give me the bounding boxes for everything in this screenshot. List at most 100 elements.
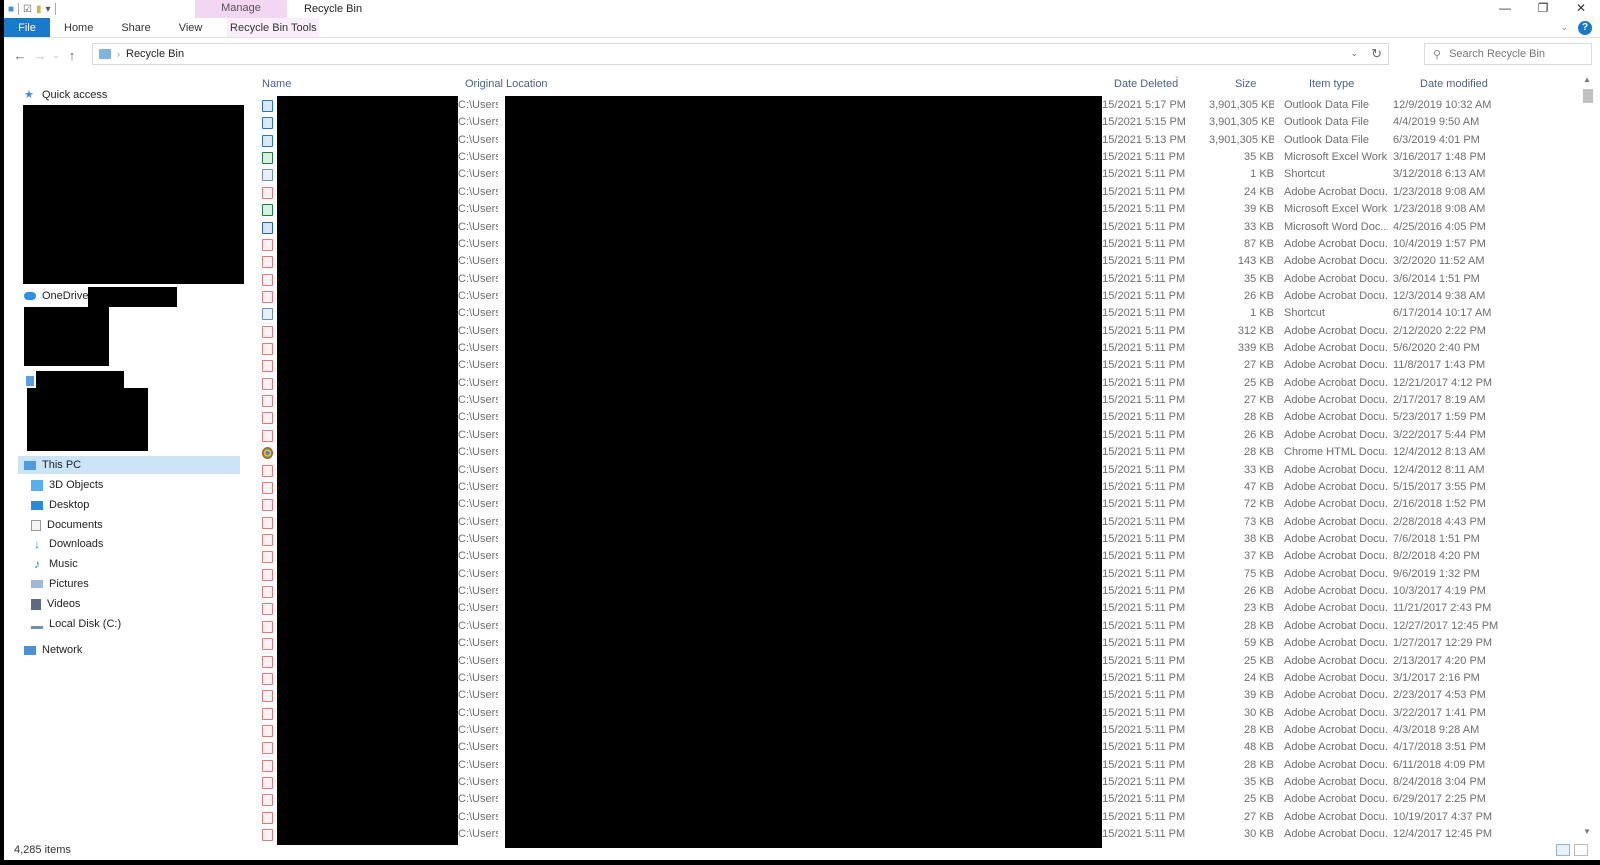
date-deleted-cell: 3/15/2021 5:11 PM — [1093, 376, 1186, 389]
nav-quick-access[interactable]: ★ Quick access — [24, 86, 107, 104]
nav-item-label: 3D Objects — [49, 479, 104, 491]
contextual-tab-manage: Manage — [195, 0, 287, 18]
size-cell: 25 KB — [1244, 654, 1274, 667]
desktop-icon — [31, 500, 43, 510]
forward-arrow-icon[interactable]: → — [30, 48, 50, 63]
up-arrow-icon[interactable]: ↑ — [62, 48, 82, 63]
column-header-item-type[interactable]: Item type — [1309, 75, 1354, 93]
column-header-date-deleted[interactable]: Date Deleted — [1114, 75, 1178, 93]
size-cell: 33 KB — [1244, 220, 1274, 233]
scroll-up-arrow-icon[interactable]: ▲ — [1583, 75, 1591, 84]
original-location-cell: C:\Users\ — [458, 515, 498, 528]
date-modified-cell: 2/17/2017 8:19 AM — [1393, 394, 1486, 407]
item-type-cell: Adobe Acrobat Docu... — [1284, 498, 1388, 511]
hard-drive-icon — [31, 619, 43, 629]
window-title: Recycle Bin — [304, 3, 363, 15]
size-cell: 1 KB — [1250, 168, 1274, 181]
close-button[interactable]: ✕ — [1562, 0, 1600, 18]
tab-view[interactable]: View — [165, 18, 217, 37]
restore-button[interactable]: ❐ — [1524, 0, 1562, 18]
refresh-icon[interactable]: ↻ — [1371, 46, 1382, 62]
nav-local-disk[interactable]: Local Disk (C:) — [31, 615, 121, 633]
date-deleted-cell: 3/15/2021 5:11 PM — [1093, 394, 1186, 407]
original-location-cell: C:\Users\ — [458, 793, 498, 806]
document-icon — [31, 519, 41, 531]
original-location-cell: C:\Users\ — [458, 585, 498, 598]
item-type-cell: Adobe Acrobat Docu... — [1284, 619, 1388, 632]
tab-file[interactable]: File — [4, 18, 50, 37]
tab-share[interactable]: Share — [107, 18, 164, 37]
vertical-scrollbar[interactable]: ▲ ▼ — [1580, 75, 1594, 845]
date-modified-cell: 2/13/2017 4:20 PM — [1393, 654, 1486, 667]
address-bar[interactable]: › Recycle Bin ⌄ ↻ — [92, 43, 1389, 65]
item-type-cell: Adobe Acrobat Docu... — [1284, 324, 1388, 337]
date-modified-cell: 6/29/2017 2:25 PM — [1393, 793, 1486, 806]
nav-3d-objects[interactable]: 3D Objects — [31, 476, 103, 494]
breadcrumb-recycle-bin[interactable]: Recycle Bin — [126, 48, 184, 60]
date-deleted-cell: 3/15/2021 5:11 PM — [1093, 602, 1186, 615]
item-type-cell: Adobe Acrobat Docu... — [1284, 637, 1388, 650]
picture-icon — [31, 580, 43, 588]
file-type-pdf-icon — [262, 256, 273, 269]
nav-onedrive[interactable]: OneDrive - — [24, 287, 95, 305]
item-type-cell: Adobe Acrobat Docu... — [1284, 706, 1388, 719]
nav-music[interactable]: ♪ Music — [31, 555, 78, 573]
item-type-cell: Microsoft Excel Work... — [1284, 203, 1388, 216]
item-type-cell: Adobe Acrobat Docu... — [1284, 463, 1388, 476]
nav-desktop[interactable]: Desktop — [31, 496, 89, 514]
file-type-pdf-icon — [262, 777, 273, 790]
scrollbar-thumb[interactable] — [1583, 89, 1593, 103]
new-folder-icon[interactable]: ▮ — [36, 4, 42, 15]
item-type-cell: Microsoft Word Doc... — [1284, 220, 1388, 233]
nav-network[interactable]: Network — [24, 641, 82, 659]
original-location-cell: C:\Users\ — [458, 220, 498, 233]
date-modified-cell: 1/27/2017 12:29 PM — [1393, 637, 1493, 650]
column-header-name[interactable]: Name — [262, 75, 291, 93]
file-type-pdf-icon — [262, 794, 273, 807]
nav-videos[interactable]: Videos — [31, 595, 80, 613]
file-type-excel-icon — [262, 204, 273, 217]
file-type-pdf-icon — [262, 811, 273, 824]
file-type-pdf-icon — [262, 759, 273, 772]
large-icons-view-icon[interactable] — [1574, 844, 1588, 856]
qat-separator — [18, 3, 20, 15]
expand-ribbon-icon[interactable]: ⌄ — [1560, 22, 1568, 33]
original-location-cell: C:\Users\ — [458, 324, 498, 337]
nav-pictures[interactable]: Pictures — [31, 575, 89, 593]
column-header-size[interactable]: Size — [1235, 75, 1256, 93]
date-modified-cell: 10/3/2017 4:19 PM — [1393, 585, 1486, 598]
tab-recycle-bin-tools[interactable]: Recycle Bin Tools — [227, 18, 320, 37]
date-deleted-cell: 3/15/2021 5:11 PM — [1093, 567, 1186, 580]
recent-locations-icon[interactable]: ⌄ — [50, 50, 62, 61]
address-dropdown-icon[interactable]: ⌄ — [1350, 48, 1358, 59]
date-deleted-cell: 3/15/2021 5:11 PM — [1093, 671, 1186, 684]
properties-icon[interactable]: ☑ — [23, 4, 32, 15]
customize-qat-icon[interactable]: ▾ — [46, 4, 51, 15]
scroll-down-arrow-icon[interactable]: ▼ — [1583, 827, 1591, 836]
nav-downloads[interactable]: ↓ Downloads — [31, 535, 103, 553]
item-type-cell: Adobe Acrobat Docu... — [1284, 237, 1388, 250]
details-view-icon[interactable] — [1556, 844, 1570, 856]
original-location-cell: C:\Users\ — [458, 758, 498, 771]
nav-item-label: Desktop — [49, 499, 90, 511]
date-deleted-cell: 3/15/2021 5:11 PM — [1093, 307, 1186, 320]
size-cell: 28 KB — [1244, 411, 1274, 424]
column-header-date-modified[interactable]: Date modified — [1420, 75, 1488, 93]
file-type-pdf-icon — [262, 603, 273, 616]
item-type-cell: Adobe Acrobat Docu... — [1284, 828, 1388, 841]
minimize-button[interactable]: — — [1486, 0, 1524, 18]
back-arrow-icon[interactable]: ← — [10, 48, 30, 63]
nav-documents[interactable]: Documents — [31, 516, 103, 534]
search-box[interactable]: ⚲ — [1424, 43, 1592, 65]
date-modified-cell: 1/23/2018 9:08 AM — [1393, 203, 1486, 216]
size-cell: 37 KB — [1244, 550, 1274, 563]
tab-home[interactable]: Home — [50, 18, 107, 37]
help-icon[interactable]: ? — [1578, 20, 1592, 35]
nav-this-pc[interactable]: This PC — [18, 456, 240, 474]
file-type-pdf-icon — [262, 290, 273, 303]
breadcrumb-chevron-icon[interactable]: › — [117, 49, 120, 59]
size-cell: 27 KB — [1244, 359, 1274, 372]
date-modified-cell: 4/17/2018 3:51 PM — [1393, 741, 1486, 754]
column-header-original-location[interactable]: Original Location — [465, 75, 548, 93]
search-input[interactable] — [1449, 48, 1580, 60]
